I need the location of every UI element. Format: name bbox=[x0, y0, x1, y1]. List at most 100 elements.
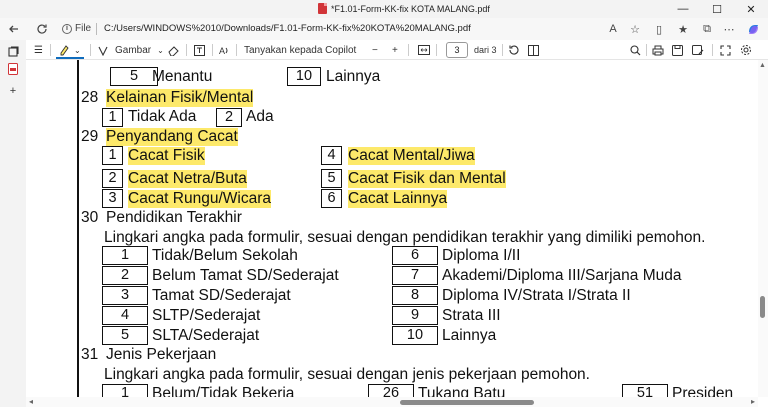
option-label: Lainnya bbox=[326, 68, 381, 85]
new-tab-icon[interactable]: + bbox=[6, 84, 20, 98]
option-label: Cacat Mental/Jiwa bbox=[348, 147, 475, 165]
question-title: Penyandang Cacat bbox=[106, 128, 238, 146]
url-field[interactable]: C:/Users/WINDOWS%2010/Downloads/F1.01-Fo… bbox=[104, 23, 471, 34]
favorites-icon[interactable]: ★ bbox=[676, 22, 690, 36]
fit-width-icon bbox=[418, 45, 430, 55]
copilot-logo-icon bbox=[748, 24, 758, 34]
svg-text:A: A bbox=[219, 46, 225, 56]
option-label: Tukang Batu bbox=[418, 385, 506, 397]
chevron-down-icon: ⌄ bbox=[157, 45, 164, 55]
save-as-button[interactable] bbox=[692, 43, 704, 57]
toolbar-divider bbox=[212, 44, 213, 56]
info-icon: i bbox=[62, 23, 72, 34]
collections-icon[interactable]: ⧉ bbox=[700, 22, 714, 36]
split-screen-icon[interactable]: ▯ bbox=[652, 22, 666, 36]
scroll-left-icon[interactable]: ◂ bbox=[29, 397, 33, 406]
option-box: 51 bbox=[622, 384, 668, 397]
page-number-input[interactable]: 3 bbox=[446, 42, 468, 58]
option-box: 5 bbox=[110, 67, 158, 86]
pdf-tab-icon[interactable] bbox=[6, 62, 20, 76]
zoom-out-button[interactable]: − bbox=[372, 43, 378, 57]
option-box: 10 bbox=[287, 67, 321, 86]
print-icon bbox=[652, 45, 664, 55]
toolbar-divider bbox=[408, 44, 409, 56]
question-instruction: Lingkari angka pada formulir, sesuai den… bbox=[104, 366, 590, 383]
vertical-scrollbar[interactable]: ▲ bbox=[758, 60, 768, 397]
pdf-toolbar: ☰ ⌄ Gambar ⌄ A Tanyakan kepada Copilot −… bbox=[26, 40, 768, 60]
option-box: 3 bbox=[102, 286, 148, 305]
option-box: 2 bbox=[216, 108, 242, 127]
question-number: 29 bbox=[81, 128, 99, 145]
copilot-icon[interactable] bbox=[746, 22, 760, 36]
eraser-icon bbox=[168, 45, 179, 56]
highlighter-icon bbox=[60, 45, 69, 56]
read-aloud-icon[interactable]: A bbox=[606, 22, 620, 36]
fullscreen-button[interactable] bbox=[720, 43, 731, 57]
option-label: Tamat SD/Sederajat bbox=[152, 287, 291, 304]
maximize-button[interactable]: ☐ bbox=[700, 0, 734, 18]
minimize-button[interactable]: — bbox=[666, 0, 700, 18]
horizontal-scrollbar[interactable]: ◂ ▸ bbox=[26, 397, 758, 407]
toolbar-divider bbox=[436, 44, 437, 56]
save-button[interactable] bbox=[672, 43, 683, 57]
scroll-up-icon[interactable]: ▲ bbox=[759, 62, 766, 69]
rotate-button[interactable] bbox=[508, 43, 520, 57]
option-box: 2 bbox=[102, 266, 148, 285]
more-menu-icon[interactable]: ⋯ bbox=[722, 22, 736, 36]
expand-icon bbox=[720, 44, 731, 56]
read-aloud-button[interactable]: A bbox=[218, 43, 229, 57]
highlight-button[interactable]: ⌄ bbox=[58, 43, 81, 57]
tab-actions-icon[interactable] bbox=[6, 44, 20, 58]
favorite-star-icon[interactable]: ☆ bbox=[628, 22, 642, 36]
option-box: 1 bbox=[102, 146, 123, 165]
question-number: 31 bbox=[81, 346, 99, 363]
toolbar-divider bbox=[50, 44, 51, 56]
option-label: Cacat Lainnya bbox=[348, 190, 448, 208]
eraser-button[interactable] bbox=[168, 43, 179, 57]
print-button[interactable] bbox=[652, 43, 664, 57]
rotate-icon bbox=[509, 45, 519, 55]
option-label: Akademi/Diploma III/Sarjana Muda bbox=[442, 267, 682, 284]
site-info[interactable]: i File bbox=[62, 23, 91, 34]
page-total: dari 3 bbox=[474, 45, 497, 55]
zoom-in-button[interactable]: + bbox=[392, 43, 398, 57]
option-label: Tidak/Belum Sekolah bbox=[152, 247, 298, 264]
chevron-down-icon: ⌄ bbox=[74, 45, 81, 55]
draw-button[interactable]: Gambar ⌄ bbox=[98, 43, 164, 57]
tabs-icon bbox=[7, 45, 19, 57]
save-as-icon bbox=[692, 44, 704, 55]
option-label: Ada bbox=[246, 108, 274, 125]
option-label: Lainnya bbox=[442, 327, 497, 344]
gear-icon bbox=[741, 45, 751, 55]
close-window-button[interactable]: ✕ bbox=[734, 0, 768, 18]
page-view-button[interactable] bbox=[528, 43, 539, 57]
vertical-scroll-thumb[interactable] bbox=[760, 296, 765, 318]
form-margin-line bbox=[77, 60, 79, 397]
option-box: 3 bbox=[102, 189, 123, 208]
text-box-button[interactable] bbox=[194, 43, 205, 57]
option-box: 10 bbox=[392, 326, 438, 345]
search-button[interactable] bbox=[630, 43, 641, 57]
option-box: 4 bbox=[321, 146, 342, 165]
option-label: SLTP/Sederajat bbox=[152, 307, 261, 324]
copilot-label: Tanyakan kepada Copilot bbox=[244, 44, 357, 56]
window-title-text: *F1.01-Form-KK-fix KOTA MALANG.pdf bbox=[331, 3, 490, 14]
fit-page-button[interactable] bbox=[418, 43, 430, 57]
page-view-icon bbox=[528, 44, 539, 56]
question-instruction: Lingkari angka pada formulir, sesuai den… bbox=[104, 229, 706, 246]
toolbar-divider bbox=[502, 44, 503, 56]
site-info-label: File bbox=[75, 23, 92, 34]
horizontal-scroll-thumb[interactable] bbox=[400, 400, 534, 405]
copilot-button[interactable]: Tanyakan kepada Copilot bbox=[244, 43, 356, 57]
back-arrow-icon bbox=[9, 25, 18, 33]
scroll-right-icon[interactable]: ▸ bbox=[751, 397, 755, 406]
option-label: Strata III bbox=[442, 307, 501, 324]
back-button[interactable] bbox=[6, 21, 22, 37]
refresh-button[interactable] bbox=[34, 21, 50, 37]
pdf-document-icon bbox=[8, 63, 18, 75]
contents-icon[interactable]: ☰ bbox=[34, 43, 43, 57]
draw-label: Gambar bbox=[115, 44, 152, 56]
option-label: Diploma I/II bbox=[442, 247, 521, 264]
pdf-settings-button[interactable] bbox=[740, 43, 752, 57]
option-label: Belum/Tidak Bekerja bbox=[152, 385, 295, 397]
